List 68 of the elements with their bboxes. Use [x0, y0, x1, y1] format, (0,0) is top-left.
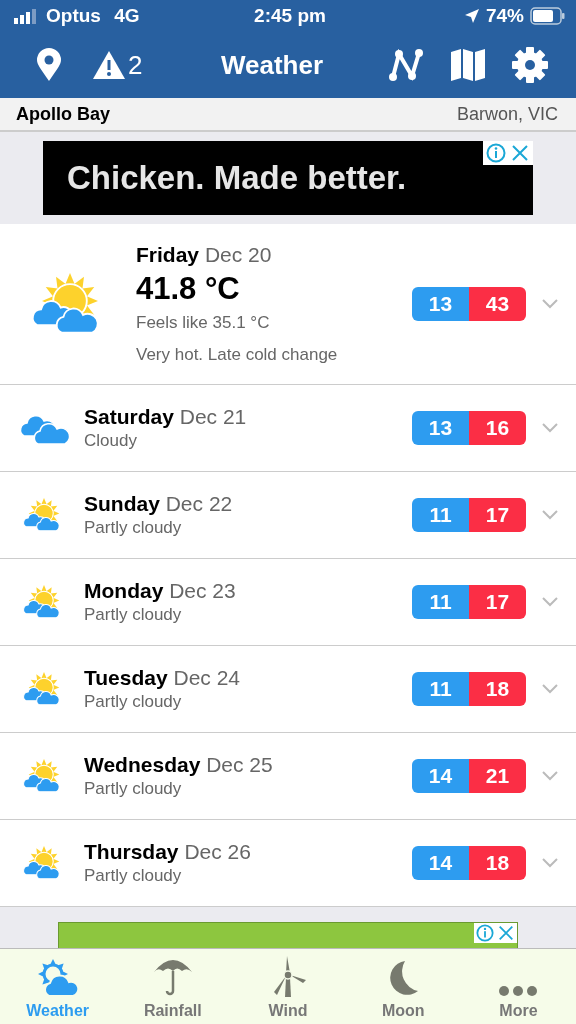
forecast-summary: Cloudy — [84, 431, 138, 451]
status-time: 2:45 pm — [254, 5, 326, 27]
sun-cloud-icon — [36, 958, 79, 998]
day-label: Tuesday Dec 24 — [84, 666, 242, 690]
settings-icon[interactable] — [512, 47, 548, 83]
location-arrow-icon — [463, 8, 480, 24]
moon-icon — [387, 958, 420, 998]
signal-icon — [14, 8, 38, 24]
chevron-down-icon[interactable] — [542, 510, 558, 520]
max-temperature: 18 — [469, 672, 526, 706]
forecast-summary: Partly cloudy — [84, 866, 183, 886]
day-label: Friday Dec 20 — [136, 243, 273, 267]
forecast-summary: Partly cloudy — [84, 692, 183, 712]
min-temperature: 11 — [412, 585, 469, 619]
tab-bar-item[interactable]: More — [460, 949, 576, 1024]
forecast-summary: Partly cloudy — [84, 605, 183, 625]
chevron-down-icon[interactable] — [542, 597, 558, 607]
warning-icon[interactable] — [92, 50, 126, 80]
min-temperature: 13 — [412, 411, 469, 445]
tab-bar-item[interactable]: Weather — [0, 949, 116, 1024]
chevron-down-icon[interactable] — [542, 299, 558, 309]
max-temperature: 43 — [469, 287, 526, 321]
max-temperature: 17 — [469, 498, 526, 532]
min-temperature: 14 — [412, 759, 469, 793]
map-pin-icon[interactable] — [36, 48, 62, 82]
graph-icon[interactable] — [388, 48, 424, 82]
max-temperature: 16 — [469, 411, 526, 445]
alert-count: 2 — [128, 49, 143, 81]
chevron-down-icon[interactable] — [542, 858, 558, 868]
day-label: Sunday Dec 22 — [84, 492, 234, 516]
ad-banner[interactable]: Chicken. Made better. — [43, 141, 533, 215]
chevron-down-icon[interactable] — [542, 684, 558, 694]
battery-icon — [530, 7, 566, 25]
info-icon[interactable] — [486, 143, 506, 163]
tab-bar-item[interactable]: Rainfall — [115, 949, 231, 1024]
info-icon[interactable] — [476, 924, 494, 942]
day-label: Monday Dec 23 — [84, 579, 237, 603]
close-icon[interactable] — [497, 924, 515, 942]
tab-bar-item[interactable]: Moon — [345, 949, 461, 1024]
ad-banner[interactable] — [58, 922, 518, 948]
forecast-summary: Partly cloudy — [84, 518, 183, 538]
battery-percentage: 74% — [485, 5, 524, 27]
forecast-summary: Very hot. Late cold change — [136, 345, 339, 365]
min-temperature: 11 — [412, 498, 469, 532]
tab-bar-item[interactable]: Wind — [230, 949, 346, 1024]
chevron-down-icon[interactable] — [542, 771, 558, 781]
location-name: Apollo Bay — [16, 103, 110, 125]
carrier-name: Optus — [46, 5, 101, 27]
forecast-summary: Partly cloudy — [84, 779, 183, 799]
close-icon[interactable] — [510, 143, 530, 163]
current-temperature: 41.8 °C — [136, 271, 241, 307]
app-title: Weather — [219, 49, 325, 81]
max-temperature: 18 — [469, 846, 526, 880]
max-temperature: 21 — [469, 759, 526, 793]
day-label: Saturday Dec 21 — [84, 405, 248, 429]
day-label: Wednesday Dec 25 — [84, 753, 274, 777]
day-label: Thursday Dec 26 — [84, 840, 252, 864]
map-icon[interactable] — [450, 48, 486, 82]
feels-like: Feels like 35.1 °C — [136, 313, 271, 333]
ad-text: Chicken. Made better. — [67, 159, 407, 197]
min-temperature: 14 — [412, 846, 469, 880]
chevron-down-icon[interactable] — [542, 423, 558, 433]
min-temperature: 11 — [412, 672, 469, 706]
max-temperature: 17 — [469, 585, 526, 619]
min-temperature: 13 — [412, 287, 469, 321]
location-region: Barwon, VIC — [456, 103, 558, 125]
more-icon — [498, 984, 539, 998]
network-type: 4G — [113, 5, 140, 27]
